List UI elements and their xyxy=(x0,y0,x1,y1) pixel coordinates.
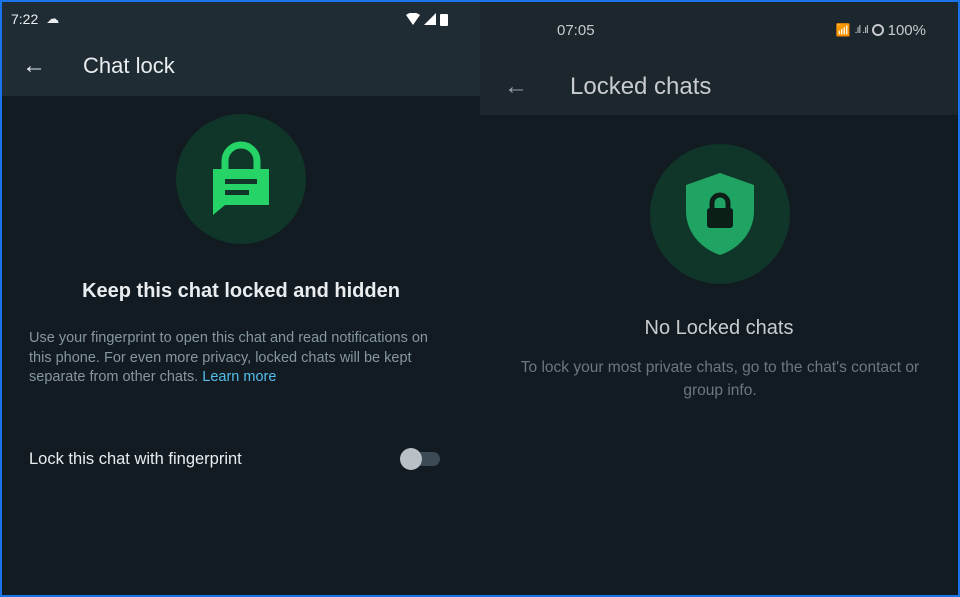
signal-icon xyxy=(424,13,436,25)
status-icons: 📶 .ıl .ıl 100% xyxy=(836,22,927,39)
wifi-icon: 📶 xyxy=(835,23,851,37)
page-title: Chat lock xyxy=(83,53,175,78)
battery-level: 100% xyxy=(887,21,926,39)
cloud-icon: ☁ xyxy=(46,11,60,26)
toggle-label: Lock this chat with fingerprint xyxy=(29,450,242,468)
app-bar: ← Chat lock xyxy=(2,36,480,96)
shield-illustration xyxy=(650,144,790,284)
app-bar: ← Locked chats xyxy=(480,58,958,115)
toggle-knob[interactable] xyxy=(400,448,422,470)
heading: No Locked chats xyxy=(644,317,794,339)
shield-lock-icon xyxy=(686,173,754,255)
status-bar: 07:05 📶 .ıl .ıl 100% xyxy=(480,2,958,58)
description: Use your fingerprint to open this chat a… xyxy=(29,329,454,388)
description: To lock your most private chats, go to t… xyxy=(520,359,920,399)
back-arrow-icon[interactable]: ← xyxy=(504,73,528,101)
fingerprint-lock-toggle[interactable] xyxy=(400,448,440,470)
status-time: 07:05 xyxy=(557,21,595,39)
lock-chat-icon xyxy=(213,141,269,215)
back-arrow-icon[interactable]: ← xyxy=(22,52,46,80)
signal-icon: .ıl .ıl xyxy=(854,24,868,36)
heading: Keep this chat locked and hidden xyxy=(82,280,400,302)
battery-icon xyxy=(871,24,884,36)
chat-lock-illustration xyxy=(176,114,306,244)
page-title: Locked chats xyxy=(570,72,712,100)
learn-more-link[interactable]: Learn more xyxy=(202,369,276,385)
locked-chats-screen: 07:05 📶 .ıl .ıl 100% ← Locked chats No L… xyxy=(480,2,958,595)
battery-icon xyxy=(440,13,448,26)
status-icons xyxy=(406,13,448,26)
wifi-icon xyxy=(406,13,420,25)
chat-lock-screen: 7:22 ☁ ← Chat lock Keep this chat locked… xyxy=(2,2,480,595)
status-bar: 7:22 ☁ xyxy=(2,2,480,36)
status-time: 7:22 xyxy=(11,11,39,27)
